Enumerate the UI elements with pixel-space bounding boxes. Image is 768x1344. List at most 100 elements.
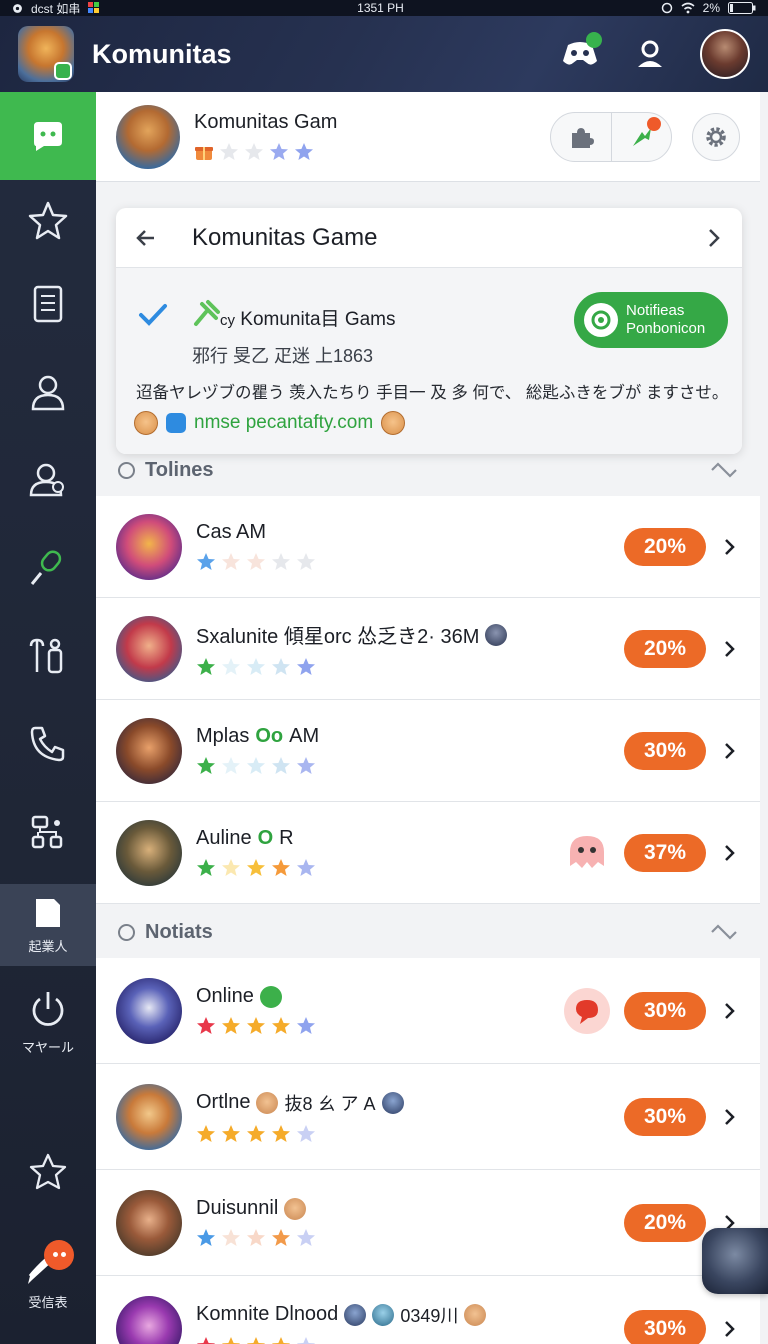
row-name: Duisunnil <box>196 1197 316 1220</box>
sidebar-item-files[interactable]: 起業人 <box>0 884 96 966</box>
star-icon <box>247 658 265 675</box>
sidebar-item-calls[interactable] <box>0 700 96 788</box>
star-icon <box>297 859 315 876</box>
sidebar: 起業人 マヤール 受信表 <box>0 92 96 1344</box>
row-name-suffix: AM <box>289 725 320 747</box>
collapse-icon[interactable] <box>710 461 738 479</box>
row-avatar <box>116 977 182 1044</box>
chevron-right-icon[interactable] <box>720 1000 740 1022</box>
discord-chat-button[interactable] <box>560 32 602 74</box>
notification-button[interactable] <box>611 112 671 161</box>
user-avatar[interactable] <box>700 29 750 79</box>
notification-toggle-button[interactable]: Notifieas Ponbonicon <box>574 292 728 348</box>
online-status-icon <box>259 985 282 1008</box>
star-icon <box>222 1017 240 1034</box>
profile-button[interactable] <box>630 34 670 74</box>
puzzle-icon <box>572 127 594 148</box>
row-name: Komnite Dlnood 0349川 <box>196 1302 487 1328</box>
row-avatar <box>116 513 182 580</box>
star-icon <box>297 1124 315 1142</box>
detail-name-prefix: cy <box>220 312 235 329</box>
star-icon <box>197 658 215 675</box>
chevron-right-icon[interactable] <box>704 226 724 250</box>
chevron-right-icon[interactable] <box>720 638 740 660</box>
detail-link[interactable]: nmse pecantafty.com <box>194 412 373 434</box>
star-icon <box>247 1229 265 1246</box>
list-item[interactable]: Duisunnil 20% <box>96 1170 760 1276</box>
pin-icon <box>194 300 220 326</box>
chevron-right-icon[interactable] <box>720 1106 740 1128</box>
status-carrier: dcst 如串 <box>31 1 81 16</box>
status-bar: dcst 如串 1351 PH 2% <box>0 0 768 16</box>
star-icon <box>297 658 315 675</box>
status-time: 1351 PH <box>357 1 404 15</box>
sidebar-item-files-label: 起業人 <box>28 938 68 954</box>
row-name: Online <box>196 985 316 1008</box>
star-icon <box>247 1124 265 1142</box>
app-bar: Komunitas <box>0 16 768 92</box>
chevron-right-icon[interactable] <box>720 842 740 864</box>
sidebar-item-profile[interactable] <box>0 348 96 436</box>
circle-icon <box>118 461 135 479</box>
detail-description: 迢备ヤレヅブの瞿う 羡入たちり 手目一 及 多 何で、 総匙ふきをブが ますさせ… <box>136 384 729 402</box>
star-icon <box>222 553 240 570</box>
star-icon <box>247 757 265 774</box>
sidebar-item-favorites[interactable] <box>0 180 96 260</box>
community-title: Komunitas Gam <box>194 111 338 133</box>
settings-button[interactable] <box>692 112 740 161</box>
star-icon <box>197 1017 215 1034</box>
sidebar-item-inbox[interactable]: 受信表 <box>0 1226 96 1326</box>
sidebar-item-chat[interactable] <box>0 92 96 180</box>
chevron-right-icon[interactable] <box>720 740 740 762</box>
avatar-emoji-icon <box>485 623 508 646</box>
gear-icon <box>706 126 726 147</box>
star-icon <box>272 757 290 774</box>
collapse-icon[interactable] <box>710 923 738 941</box>
phone-icon <box>30 726 65 762</box>
sidebar-item-power[interactable]: マヤール <box>0 972 96 1072</box>
network-icon <box>31 815 63 849</box>
star-icon <box>272 859 290 876</box>
star-icon <box>297 1336 315 1344</box>
sidebar-item-badges[interactable] <box>0 1128 96 1216</box>
percent-badge: 20% <box>624 629 706 668</box>
main-content: Komunitas Gam Komunitas Game cy Komunita… <box>96 92 768 1344</box>
detail-title: Komunitas Game <box>192 223 378 251</box>
back-arrow-icon[interactable] <box>134 226 158 250</box>
sidebar-item-network[interactable] <box>0 788 96 876</box>
star-icon <box>222 658 240 675</box>
floating-chat-avatar[interactable] <box>702 1228 768 1294</box>
row-name-text: Auline <box>196 827 252 849</box>
check-icon <box>139 304 167 326</box>
row-rating <box>196 1228 316 1248</box>
inbox-badge <box>44 1239 74 1270</box>
row-rating <box>196 756 319 776</box>
star-icon <box>297 553 315 570</box>
row-avatar <box>116 615 182 682</box>
community-avatar[interactable] <box>116 104 180 169</box>
row-name-extra: 0349川 <box>400 1305 459 1326</box>
list-item[interactable]: Sxalunite 傾星orc 怂乏き2· 36M 20% <box>96 598 760 700</box>
row-name-text: Cas AM <box>196 521 267 543</box>
list-item[interactable]: Cas AM 20% <box>96 496 760 598</box>
list-item[interactable]: Auline O R 37% <box>96 802 760 904</box>
sidebar-item-voice[interactable] <box>0 524 96 612</box>
sidebar-item-documents[interactable] <box>0 260 96 348</box>
chevron-right-icon[interactable] <box>720 536 740 558</box>
row-rating <box>196 1016 316 1036</box>
list-item[interactable]: Komnite Dlnood 0349川 30% <box>96 1276 760 1344</box>
puzzle-button[interactable] <box>551 113 611 161</box>
row-rating <box>196 657 507 677</box>
sidebar-item-friends[interactable] <box>0 436 96 524</box>
app-logo[interactable] <box>18 26 74 82</box>
sidebar-item-tools[interactable] <box>0 612 96 700</box>
chevron-right-icon[interactable] <box>720 1318 740 1340</box>
list-item[interactable]: Ortlne 抜8 ㄠ ア A 30% <box>96 1064 760 1170</box>
star-icon <box>222 757 240 774</box>
list-item[interactable]: Mplas Oo AM 30% <box>96 700 760 802</box>
section-header-online[interactable]: Tolines <box>96 448 760 492</box>
section-header-notifications[interactable]: Notiats <box>96 910 760 954</box>
camera-icon <box>13 3 22 13</box>
star-icon <box>222 1229 240 1246</box>
list-item[interactable]: Online 30% <box>96 958 760 1064</box>
